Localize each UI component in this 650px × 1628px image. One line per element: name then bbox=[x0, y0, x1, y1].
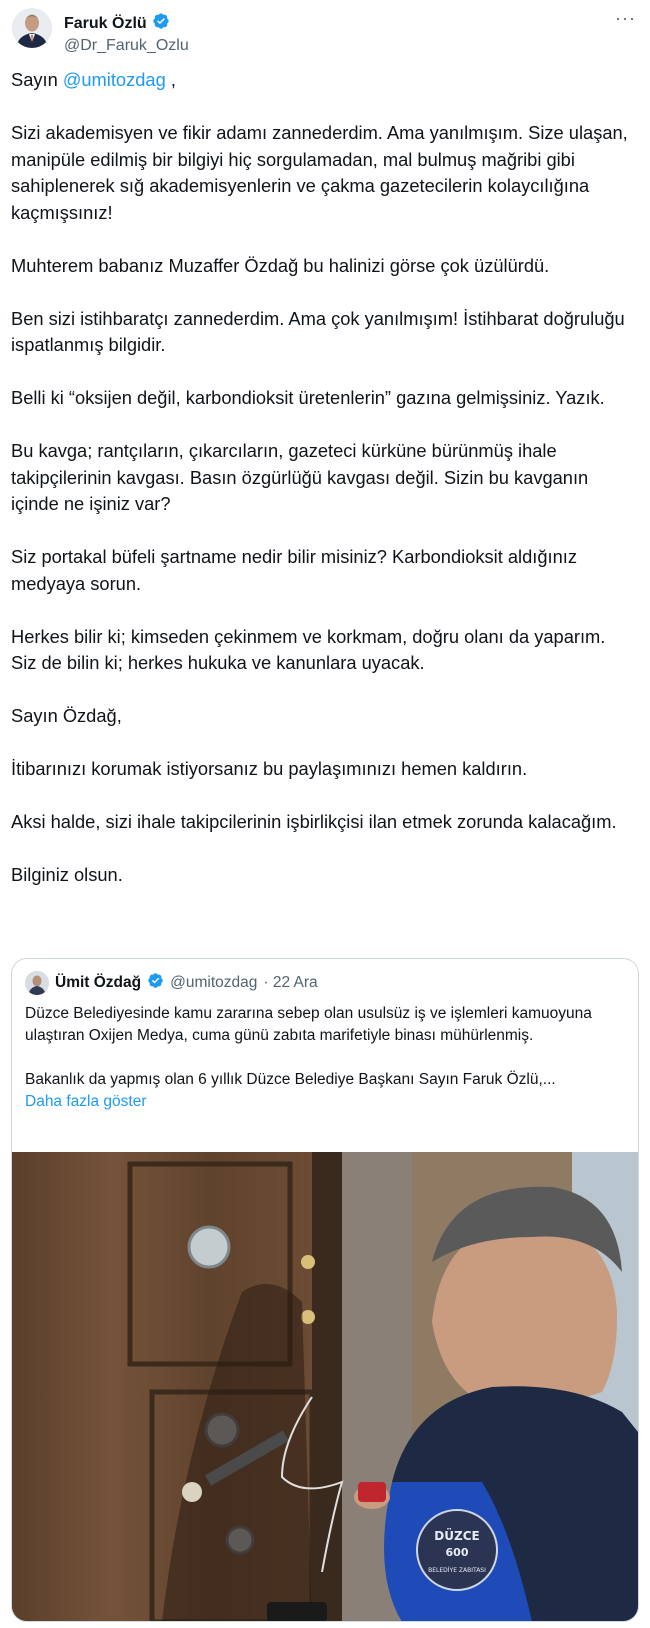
tweet-header: Faruk Özlü @Dr_Faruk_Ozlu ··· bbox=[12, 8, 638, 58]
quoted-paragraph: Düzce Belediyesinde kamu zararına sebep … bbox=[25, 1005, 592, 1044]
tweet-paragraph: Sayın Özdağ, bbox=[11, 705, 122, 726]
quoted-tweet-photo[interactable]: DÜZCE 600 BELEDİYE ZABITASI bbox=[12, 1152, 638, 1621]
tweet-paragraph: Muhterem babanız Muzaffer Özdağ bu halin… bbox=[11, 254, 550, 276]
mention-link[interactable]: @umitozdag bbox=[63, 69, 166, 90]
tweet-paragraph: Belli ki “oksijen değil, karbondioksit ü… bbox=[11, 387, 605, 408]
tweet-paragraph: İtibarınızı korumak istiyorsanız bu payl… bbox=[11, 758, 528, 779]
tweet-greeting: Sayın @umitozdag , bbox=[11, 67, 631, 94]
tweet-text: Sayın @umitozdag , Sizi akademisyen ve f… bbox=[11, 67, 631, 915]
author-name[interactable]: Faruk Özlü bbox=[64, 15, 147, 33]
badge-line-2: 600 bbox=[446, 1546, 469, 1559]
quoted-author-avatar[interactable] bbox=[25, 971, 49, 995]
quoted-paragraph: Bakanlık da yapmış olan 6 yıllık Düzce B… bbox=[25, 1071, 556, 1088]
badge-line-3: BELEDİYE ZABITASI bbox=[428, 1567, 486, 1574]
tweet-paragraph: Sizi akademisyen ve fikir adamı zanneder… bbox=[11, 122, 628, 223]
author-handle[interactable]: @Dr_Faruk_Ozlu bbox=[64, 37, 189, 55]
author-avatar[interactable] bbox=[12, 8, 52, 48]
more-options-icon[interactable]: ··· bbox=[615, 8, 636, 29]
greeting-prefix: Sayın bbox=[11, 69, 63, 90]
verified-badge-icon bbox=[152, 12, 170, 35]
quoted-author-name[interactable]: Ümit Özdağ bbox=[55, 974, 141, 992]
tweet-paragraph: Herkes bilir ki; kimseden çekinmem ve ko… bbox=[11, 625, 606, 674]
greeting-suffix: , bbox=[165, 69, 176, 90]
quoted-tweet-text: Düzce Belediyesinde kamu zararına sebep … bbox=[25, 1003, 625, 1113]
verified-badge-icon bbox=[147, 972, 164, 994]
badge-line-1: DÜZCE bbox=[434, 1528, 479, 1543]
tweet-paragraph: Aksi halde, sizi ihale takipcilerinin iş… bbox=[11, 811, 617, 832]
tweet-paragraph: Bilginiz olsun. bbox=[11, 864, 123, 885]
quoted-tweet-header: Ümit Özdağ @umitozdag · 22 Ara bbox=[25, 971, 318, 995]
tweet-paragraph: Siz portakal büfeli şartname nedir bilir… bbox=[11, 546, 577, 594]
quoted-author-handle[interactable]: @umitozdag bbox=[170, 974, 257, 992]
tweet-paragraph: Ben sizi istihbaratçı zannederdim. Ama ç… bbox=[11, 307, 625, 356]
quoted-tweet[interactable]: Ümit Özdağ @umitozdag · 22 Ara Düzce Bel… bbox=[11, 958, 639, 1622]
show-more-link[interactable]: Daha fazla göster bbox=[25, 1091, 625, 1113]
tweet-paragraph: Bu kavga; rantçıların, çıkarcıların, gaz… bbox=[11, 440, 589, 514]
quoted-tweet-date[interactable]: · 22 Ara bbox=[263, 974, 317, 992]
